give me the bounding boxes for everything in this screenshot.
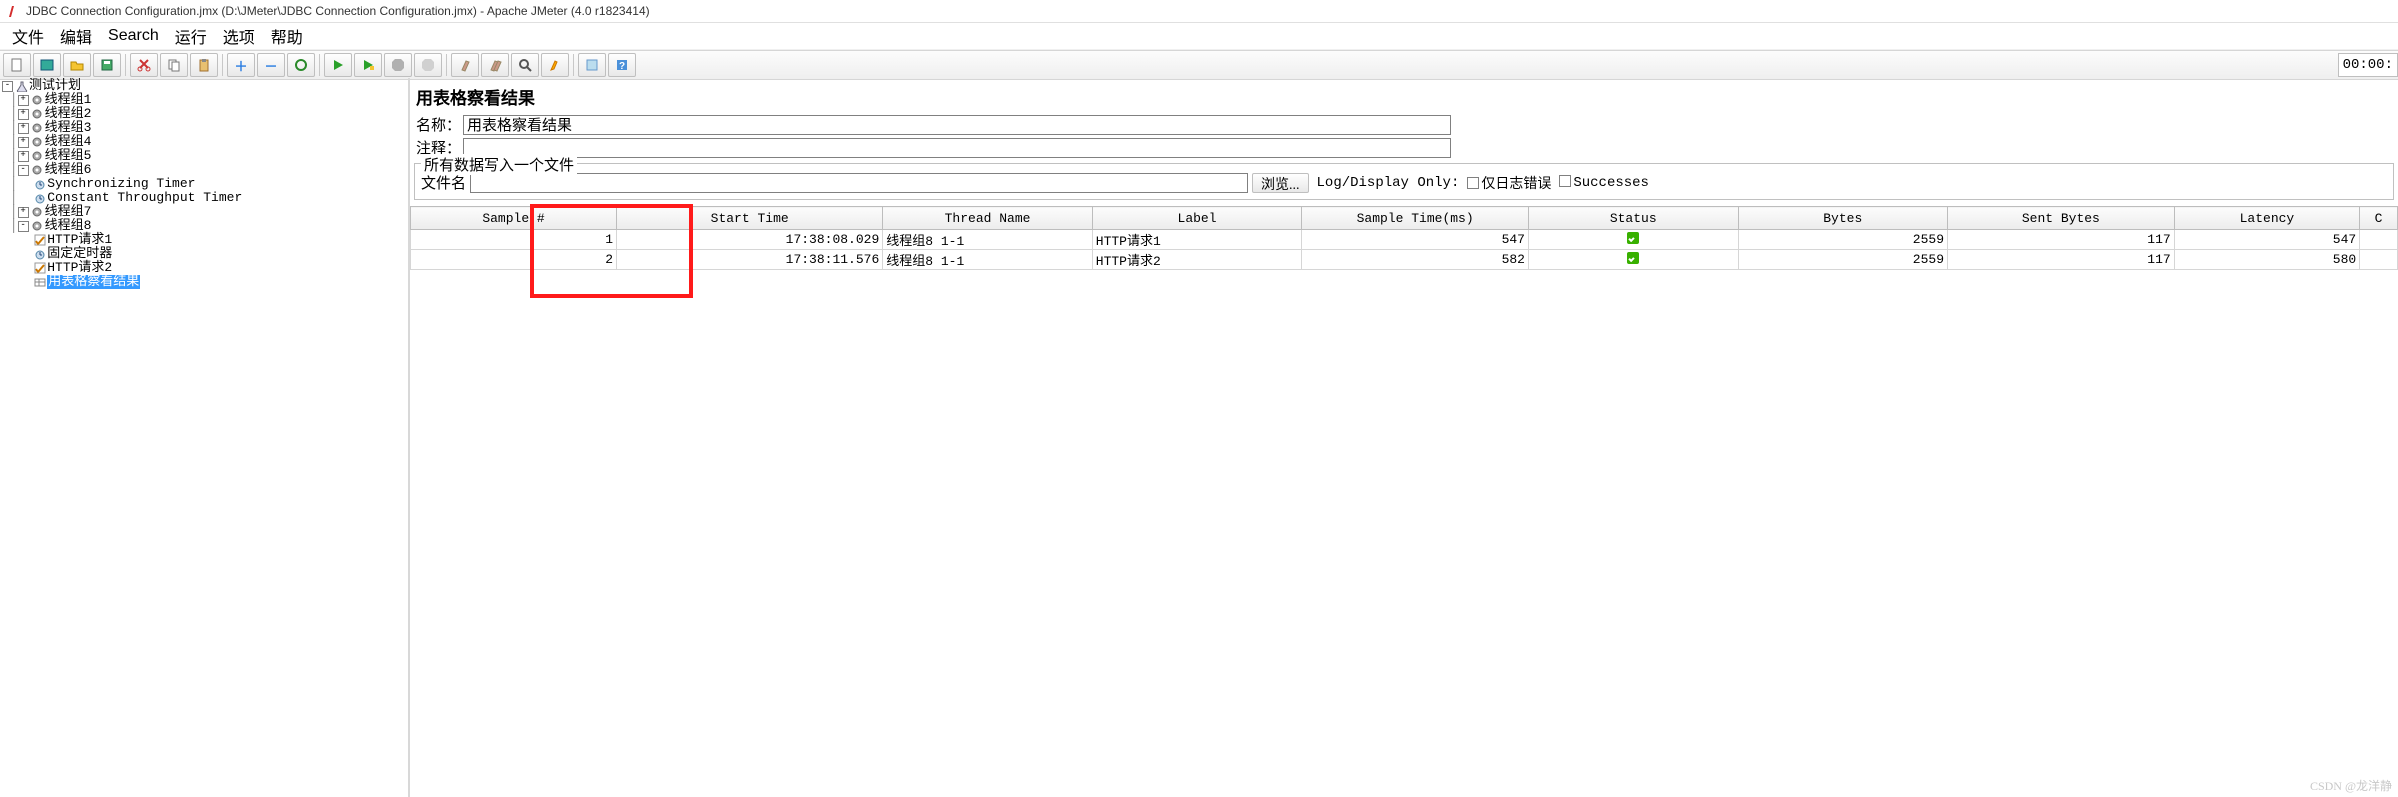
comment-input[interactable] bbox=[463, 138, 1451, 158]
menu-edit[interactable]: 编辑 bbox=[52, 24, 100, 48]
results-table[interactable]: Sample #Start TimeThread NameLabelSample… bbox=[410, 206, 2398, 270]
tree-panel[interactable]: -测试计划 │+线程组1 │+线程组2 │+线程组3 │+线程组4 │+线程组5… bbox=[0, 78, 410, 797]
col-header[interactable]: Status bbox=[1528, 207, 1738, 230]
gear-icon bbox=[31, 220, 44, 233]
errors-only-checkbox[interactable]: 仅日志错误 bbox=[1467, 173, 1551, 193]
tree-node[interactable]: │ Constant Throughput Timer bbox=[0, 191, 408, 205]
tree-thread-group[interactable]: │+线程组7 bbox=[0, 205, 408, 219]
tree-node[interactable]: HTTP请求1 bbox=[0, 233, 408, 247]
tb-paste-icon[interactable] bbox=[190, 53, 218, 77]
tb-help-icon[interactable]: ? bbox=[608, 53, 636, 77]
tb-toggle-icon[interactable] bbox=[287, 53, 315, 77]
successes-checkbox[interactable]: Successes bbox=[1559, 175, 1649, 191]
tb-search-icon[interactable] bbox=[511, 53, 539, 77]
status-ok-icon bbox=[1627, 252, 1639, 264]
tree-node[interactable]: HTTP请求2 bbox=[0, 261, 408, 275]
table-row[interactable]: 217:38:11.576线程组8 1-1HTTP请求2582255911758… bbox=[411, 250, 2398, 270]
browse-button[interactable]: 浏览... bbox=[1252, 173, 1309, 193]
tb-clear-icon[interactable] bbox=[451, 53, 479, 77]
gear-icon bbox=[31, 122, 44, 135]
sampler-icon bbox=[33, 262, 46, 275]
timer-icon bbox=[33, 248, 46, 261]
tb-copy-icon[interactable] bbox=[160, 53, 188, 77]
window-title-bar: JDBC Connection Configuration.jmx (D:\JM… bbox=[0, 0, 2398, 23]
toolbar: ＋ － ? 00:00: bbox=[0, 50, 2398, 80]
app-icon bbox=[6, 4, 20, 18]
tree-thread-group[interactable]: │+线程组5 bbox=[0, 149, 408, 163]
file-output-group: 所有数据写入一个文件 文件名 浏览... Log/Display Only: 仅… bbox=[414, 163, 2394, 200]
window-title: JDBC Connection Configuration.jmx (D:\JM… bbox=[26, 4, 650, 18]
tb-clear-all-icon[interactable] bbox=[481, 53, 509, 77]
name-label: 名称： bbox=[416, 114, 461, 135]
log-display-only-label: Log/Display Only: bbox=[1317, 175, 1460, 191]
svg-text:?: ? bbox=[619, 61, 625, 72]
tb-save-icon[interactable] bbox=[93, 53, 121, 77]
col-header[interactable]: C bbox=[2360, 207, 2398, 230]
gear-icon bbox=[31, 150, 44, 163]
watermark: CSDN @龙洋静 bbox=[2310, 777, 2392, 794]
listener-icon bbox=[33, 276, 46, 289]
tree-thread-group[interactable]: │+线程组4 bbox=[0, 135, 408, 149]
menu-search[interactable]: Search bbox=[100, 27, 167, 45]
tb-collapse-icon[interactable]: － bbox=[257, 53, 285, 77]
tb-start-notimers-icon[interactable] bbox=[354, 53, 382, 77]
tree-node[interactable]: 用表格察看结果 bbox=[0, 275, 408, 289]
name-input[interactable] bbox=[463, 115, 1451, 135]
tree-thread-group[interactable]: │+线程组1 bbox=[0, 93, 408, 107]
timer-icon bbox=[33, 178, 46, 191]
tb-stop-icon[interactable] bbox=[384, 53, 412, 77]
testplan-icon bbox=[15, 80, 28, 93]
menu-help[interactable]: 帮助 bbox=[263, 24, 311, 48]
gear-icon bbox=[31, 136, 44, 149]
tb-open-icon[interactable] bbox=[63, 53, 91, 77]
tree-thread-group[interactable]: │+线程组2 bbox=[0, 107, 408, 121]
gear-icon bbox=[31, 164, 44, 177]
right-panel: 用表格察看结果 名称： 注释： 所有数据写入一个文件 文件名 浏览... Log… bbox=[410, 78, 2398, 796]
menu-bar: 文件 编辑 Search 运行 选项 帮助 bbox=[0, 23, 2398, 50]
tree-thread-group[interactable]: │+线程组3 bbox=[0, 121, 408, 135]
filename-label: 文件名 bbox=[421, 172, 466, 193]
elapsed-time: 00:00: bbox=[2338, 53, 2398, 77]
sampler-icon bbox=[33, 234, 46, 247]
tree-node[interactable]: │ Synchronizing Timer bbox=[0, 177, 408, 191]
col-header[interactable]: Label bbox=[1092, 207, 1302, 230]
tb-new-icon[interactable] bbox=[3, 53, 31, 77]
col-header[interactable]: Start Time bbox=[617, 207, 883, 230]
menu-run[interactable]: 运行 bbox=[167, 24, 215, 48]
tree-thread-group[interactable]: │-线程组6 bbox=[0, 163, 408, 177]
tb-cut-icon[interactable] bbox=[130, 53, 158, 77]
gear-icon bbox=[31, 94, 44, 107]
status-ok-icon bbox=[1627, 232, 1639, 244]
results-table-wrap: Sample #Start TimeThread NameLabelSample… bbox=[410, 206, 2398, 270]
col-header[interactable]: Bytes bbox=[1738, 207, 1948, 230]
timer-icon bbox=[33, 192, 46, 205]
gear-icon bbox=[31, 108, 44, 121]
tb-shutdown-icon[interactable] bbox=[414, 53, 442, 77]
tree-node[interactable]: 固定定时器 bbox=[0, 247, 408, 261]
col-header[interactable]: Thread Name bbox=[883, 207, 1093, 230]
tb-function-helper-icon[interactable] bbox=[578, 53, 606, 77]
tb-templates-icon[interactable] bbox=[33, 53, 61, 77]
filename-input[interactable] bbox=[470, 173, 1248, 193]
tb-reset-search-icon[interactable] bbox=[541, 53, 569, 77]
tb-start-icon[interactable] bbox=[324, 53, 352, 77]
col-header[interactable]: Sample Time(ms) bbox=[1302, 207, 1529, 230]
col-header[interactable]: Sent Bytes bbox=[1948, 207, 2175, 230]
tb-expand-icon[interactable]: ＋ bbox=[227, 53, 255, 77]
file-output-legend: 所有数据写入一个文件 bbox=[421, 154, 577, 175]
col-header[interactable]: Sample # bbox=[411, 207, 617, 230]
tree-root[interactable]: -测试计划 bbox=[0, 79, 408, 93]
menu-file[interactable]: 文件 bbox=[4, 24, 52, 48]
col-header[interactable]: Latency bbox=[2174, 207, 2359, 230]
table-row[interactable]: 117:38:08.029线程组8 1-1HTTP请求1547255911754… bbox=[411, 230, 2398, 250]
tree-thread-group[interactable]: │-线程组8 bbox=[0, 219, 408, 233]
gear-icon bbox=[31, 206, 44, 219]
menu-options[interactable]: 选项 bbox=[215, 24, 263, 48]
panel-title: 用表格察看结果 bbox=[410, 78, 2398, 113]
